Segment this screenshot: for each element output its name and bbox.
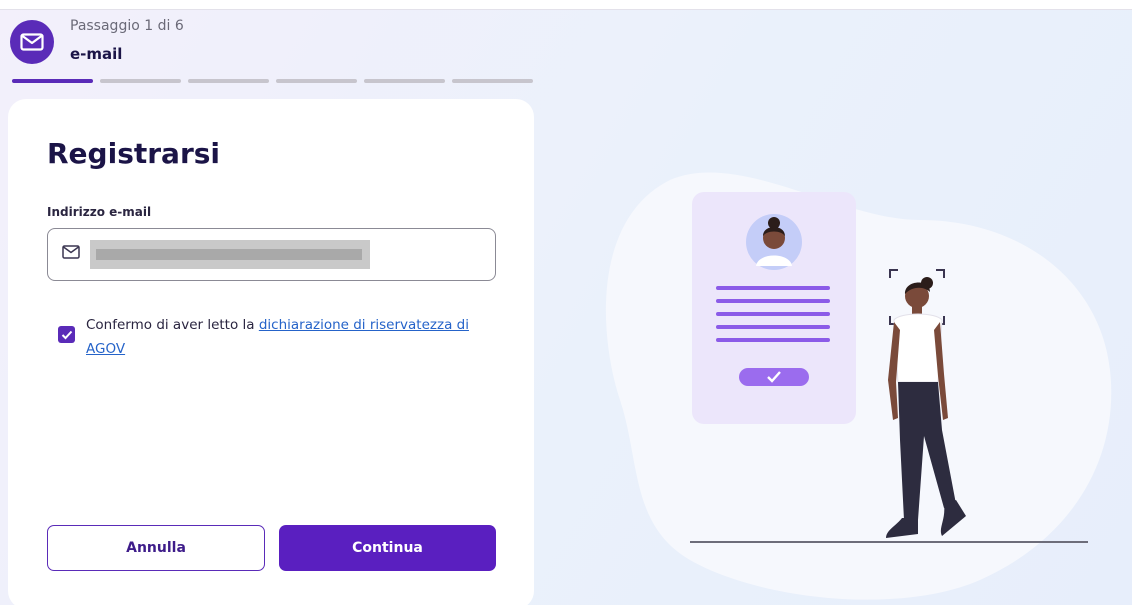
envelope-icon [62, 245, 80, 259]
card-line [716, 312, 830, 316]
step-progress [12, 79, 533, 83]
progress-segment [100, 79, 181, 83]
progress-segment [276, 79, 357, 83]
envelope-icon [20, 33, 44, 51]
consent-prefix: Confermo di aver letto la [86, 317, 259, 333]
card-line [716, 286, 830, 290]
progress-segment [364, 79, 445, 83]
cancel-button[interactable]: Annulla [47, 525, 265, 571]
email-field[interactable] [47, 228, 496, 281]
registration-card: Registrarsi Indirizzo e-mail Confermo di… [8, 99, 534, 605]
card-line [716, 338, 830, 342]
background-blob [605, 172, 1112, 600]
step-badge [10, 20, 54, 64]
checkmark-icon [61, 330, 72, 339]
consent-text: Confermo di aver letto la dichiarazione … [86, 313, 486, 361]
identity-illustration [605, 172, 1112, 600]
email-label: Indirizzo e-mail [47, 205, 152, 219]
page-title: Registrarsi [47, 137, 221, 170]
progress-segment [452, 79, 533, 83]
card-line [716, 325, 830, 329]
card-line [716, 299, 830, 303]
top-border [0, 0, 1132, 10]
step-name: e-mail [70, 45, 123, 63]
step-counter: Passaggio 1 di 6 [70, 18, 184, 34]
consent-checkbox[interactable] [58, 326, 75, 343]
progress-segment [188, 79, 269, 83]
progress-segment [12, 79, 93, 83]
redaction-bar [96, 249, 362, 260]
email-input-redacted[interactable] [90, 240, 370, 269]
continue-button[interactable]: Continua [279, 525, 496, 571]
